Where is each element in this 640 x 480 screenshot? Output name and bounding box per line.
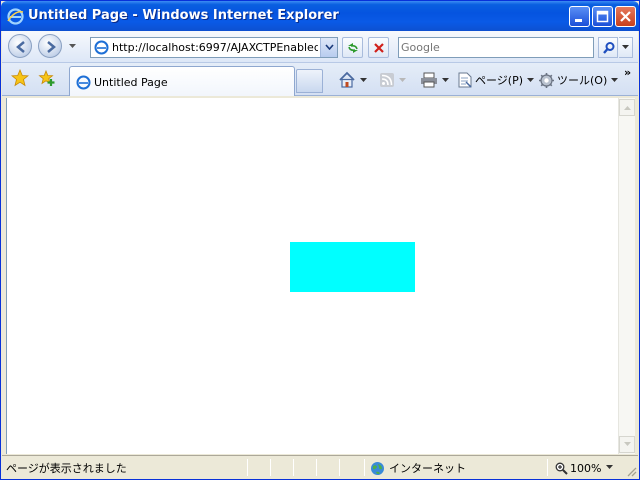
toolbar-overflow-icon[interactable]: » bbox=[624, 66, 631, 79]
status-divider bbox=[316, 459, 317, 476]
status-divider bbox=[364, 459, 365, 476]
cyan-panel bbox=[290, 242, 415, 292]
maximize-button[interactable] bbox=[592, 6, 613, 27]
security-zone[interactable]: インターネット bbox=[370, 459, 466, 477]
back-arrow-icon bbox=[16, 41, 25, 53]
back-button[interactable] bbox=[8, 34, 32, 58]
search-icon bbox=[603, 42, 615, 54]
page-favicon-icon bbox=[94, 40, 109, 55]
chevron-down-icon bbox=[624, 442, 631, 446]
status-divider bbox=[547, 459, 548, 476]
chevron-down-icon bbox=[442, 77, 449, 82]
refresh-icon bbox=[348, 43, 358, 53]
refresh-button[interactable] bbox=[342, 37, 363, 58]
stop-icon bbox=[374, 43, 384, 53]
page-icon bbox=[458, 72, 472, 88]
forward-button[interactable] bbox=[38, 34, 62, 58]
add-favorite-icon[interactable] bbox=[38, 69, 56, 87]
tools-menu-label: ツール(O) bbox=[557, 74, 608, 87]
address-toolbar: http://localhost:6997/AJAXCTPEnabledW bbox=[2, 31, 638, 63]
scroll-up-button[interactable] bbox=[619, 99, 635, 116]
search-field[interactable] bbox=[398, 37, 594, 58]
address-dropdown-button[interactable] bbox=[320, 38, 337, 57]
zoom-icon bbox=[555, 462, 568, 475]
chevron-up-icon bbox=[624, 106, 631, 110]
window-title: Untitled Page - Windows Internet Explore… bbox=[28, 8, 339, 23]
vertical-scrollbar[interactable] bbox=[618, 98, 635, 454]
search-options-button[interactable] bbox=[619, 37, 633, 58]
address-url[interactable]: http://localhost:6997/AJAXCTPEnabledW bbox=[112, 41, 318, 54]
status-text: ページが表示されました bbox=[6, 462, 127, 475]
home-button[interactable] bbox=[338, 70, 367, 90]
tools-menu-button[interactable]: ツール(O) bbox=[538, 70, 619, 90]
status-bar: ページが表示されました インターネット 100% bbox=[2, 455, 638, 479]
rss-feed-icon bbox=[380, 73, 394, 87]
close-button[interactable] bbox=[615, 6, 636, 27]
page-content bbox=[6, 98, 618, 454]
feeds-button[interactable] bbox=[379, 70, 406, 90]
internet-globe-icon bbox=[371, 461, 384, 475]
minimize-button[interactable] bbox=[569, 6, 590, 27]
title-bar[interactable]: Untitled Page - Windows Internet Explore… bbox=[1, 1, 639, 31]
chevron-down-icon bbox=[611, 77, 619, 82]
chevron-down-icon[interactable] bbox=[606, 465, 613, 470]
page-menu-label: ページ(P) bbox=[475, 74, 523, 87]
chevron-down-icon bbox=[399, 77, 406, 82]
page-favicon-icon bbox=[76, 75, 91, 90]
chevron-down-icon bbox=[360, 77, 367, 82]
search-button[interactable] bbox=[598, 37, 618, 58]
security-zone-label: インターネット bbox=[389, 462, 466, 475]
page-menu-button[interactable]: ページ(P) bbox=[457, 70, 534, 90]
search-input[interactable] bbox=[401, 40, 589, 55]
tab-toolbar: Untitled Page ページ(P) ツール(O) » bbox=[2, 63, 638, 96]
print-button[interactable] bbox=[420, 70, 449, 90]
resize-grip-icon[interactable] bbox=[626, 466, 637, 477]
zoom-level: 100% bbox=[570, 461, 602, 475]
new-tab-button[interactable] bbox=[296, 69, 323, 93]
tab-label: Untitled Page bbox=[94, 76, 168, 89]
chevron-down-icon bbox=[527, 77, 534, 82]
chevron-down-icon bbox=[325, 44, 334, 50]
browser-window: Untitled Page - Windows Internet Explore… bbox=[0, 0, 640, 480]
forward-arrow-icon bbox=[47, 41, 56, 53]
ie-logo-icon bbox=[7, 8, 24, 25]
status-divider bbox=[293, 459, 294, 476]
address-field[interactable]: http://localhost:6997/AJAXCTPEnabledW bbox=[90, 37, 338, 58]
favorites-star-icon[interactable] bbox=[10, 68, 30, 87]
zoom-control[interactable]: 100% bbox=[555, 459, 601, 477]
chevron-down-icon bbox=[622, 45, 629, 49]
gear-icon bbox=[539, 72, 554, 88]
printer-icon bbox=[421, 72, 437, 88]
status-divider bbox=[270, 459, 271, 476]
tab-untitled-page[interactable]: Untitled Page bbox=[69, 66, 295, 96]
stop-button[interactable] bbox=[368, 37, 389, 58]
recent-pages-dropdown-icon[interactable] bbox=[68, 43, 77, 49]
status-divider bbox=[339, 459, 340, 476]
scroll-down-button[interactable] bbox=[619, 436, 635, 453]
status-divider bbox=[247, 459, 248, 476]
home-icon bbox=[339, 71, 355, 88]
